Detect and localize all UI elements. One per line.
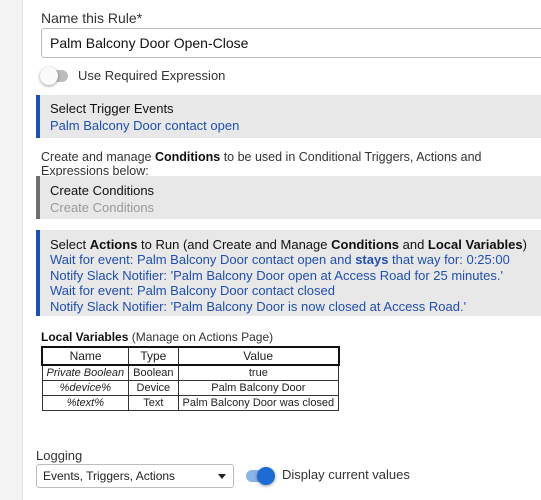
- left-sidebar-strip: [0, 0, 23, 500]
- local-variables-title-rest: (Manage on Actions Page): [128, 330, 274, 344]
- table-header-row: Name Type Value: [41, 346, 340, 366]
- action-line-1-bold: stays: [355, 252, 389, 268]
- column-header-value: Value: [177, 346, 340, 366]
- variable-name: Private Boolean: [41, 364, 130, 381]
- variable-type: Boolean: [128, 364, 179, 381]
- actions-title-part: and: [399, 237, 428, 252]
- variable-name: %device%: [41, 380, 130, 396]
- rule-editor: Name this Rule* Palm Balcony Door Open-C…: [23, 0, 541, 500]
- action-line-4: Notify Slack Notifier: 'Palm Balcony Doo…: [50, 298, 467, 314]
- actions-panel-title: Select Actions to Run (and Create and Ma…: [50, 237, 541, 252]
- variable-value: Palm Balcony Door: [177, 380, 340, 396]
- actions-title-part: Select: [50, 237, 90, 252]
- logging-label: Logging: [36, 448, 83, 463]
- local-variables-title-bold: Local Variables: [41, 330, 129, 344]
- variable-name: %text%: [41, 395, 130, 411]
- actions-title-bold: Local Variables: [427, 237, 523, 252]
- variable-type: Text: [128, 395, 179, 411]
- action-line-3: Wait for event: Palm Balcony Door contac…: [50, 283, 335, 299]
- variable-type: Device: [128, 380, 179, 396]
- display-current-values-toggle[interactable]: [246, 467, 275, 485]
- toggle-knob: [40, 67, 58, 85]
- trigger-panel-title: Select Trigger Events: [50, 101, 174, 116]
- actions-title-part: to Run (and Create and Manage: [137, 237, 332, 252]
- table-row: %device% Device Palm Balcony Door: [41, 380, 340, 396]
- conditions-desc-bold: Conditions: [154, 150, 221, 164]
- column-header-name: Name: [41, 346, 130, 366]
- conditions-panel-subtitle: Create Conditions: [50, 200, 155, 215]
- actions-title-bold: Conditions: [331, 237, 399, 252]
- logging-select[interactable]: Events, Triggers, Actions: [36, 464, 234, 488]
- caret-down-icon: [218, 474, 226, 479]
- rule-name-input[interactable]: Palm Balcony Door Open-Close: [41, 28, 541, 58]
- display-current-values-label: Display current values: [282, 467, 410, 482]
- select-actions-panel[interactable]: Select Actions to Run (and Create and Ma…: [36, 230, 541, 316]
- variable-value: true: [177, 364, 340, 381]
- action-line-1-post: that way for: 0:25:00: [388, 252, 510, 268]
- conditions-desc-prefix: Create and manage: [41, 150, 155, 164]
- conditions-panel-title: Create Conditions: [50, 183, 155, 198]
- local-variables-table: Name Type Value Private Boolean Boolean …: [41, 346, 340, 411]
- variable-value: Palm Balcony Door was closed: [177, 395, 340, 411]
- select-trigger-events-panel[interactable]: Select Trigger Events Palm Balcony Door …: [36, 95, 541, 138]
- required-expression-label: Use Required Expression: [78, 68, 226, 83]
- create-conditions-panel[interactable]: Create Conditions Create Conditions: [36, 176, 541, 219]
- actions-title-bold: Actions: [89, 237, 138, 252]
- table-row: %text% Text Palm Balcony Door was closed: [41, 395, 340, 411]
- logging-selected-value: Events, Triggers, Actions: [43, 469, 176, 483]
- required-expression-toggle[interactable]: [40, 67, 68, 85]
- table-row: Private Boolean Boolean true: [41, 364, 340, 381]
- trigger-event-item: Palm Balcony Door contact open: [50, 118, 240, 133]
- rule-name-label: Name this Rule*: [41, 10, 143, 26]
- action-line-1: Wait for event: Palm Balcony Door contac…: [50, 252, 541, 267]
- local-variables-title: Local Variables (Manage on Actions Page): [41, 330, 273, 344]
- conditions-description: Create and manage Conditions to be used …: [41, 150, 541, 178]
- action-line-1-pre: Wait for event: Palm Balcony Door contac…: [50, 252, 356, 268]
- action-line-2: Notify Slack Notifier: 'Palm Balcony Doo…: [50, 267, 503, 283]
- toggle-knob: [257, 467, 275, 485]
- column-header-type: Type: [128, 346, 179, 366]
- actions-title-part: ): [522, 237, 527, 252]
